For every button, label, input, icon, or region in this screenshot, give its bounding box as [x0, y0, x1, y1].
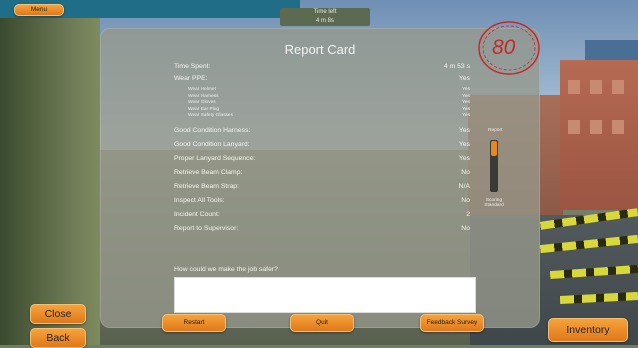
- brick-building: [560, 60, 638, 210]
- report-row-label: Retrieve Beam Clamp:: [174, 169, 243, 176]
- report-subrow-label: Wear Safety Glasses: [188, 113, 233, 118]
- report-row-label: Time Spent:: [174, 63, 211, 70]
- report-row-label: Proper Lanyard Sequence:: [174, 155, 256, 162]
- report-row-value: No: [461, 225, 470, 232]
- report-subrow-value: Yes: [462, 93, 470, 99]
- report-row-label: Good Condition Harness:: [174, 127, 251, 134]
- report-subrow-label: Wear Ear Plug: [188, 106, 220, 112]
- quit-button[interactable]: Quit: [290, 314, 354, 332]
- score-value: 80: [492, 36, 516, 59]
- menu-button[interactable]: Menu: [14, 4, 64, 16]
- report-subrow-value: Yes: [462, 113, 470, 118]
- report-subrow-value: Yes: [462, 100, 470, 105]
- time-left-label: Time left: [313, 9, 337, 15]
- report-row-label: Incident Count:: [174, 211, 220, 218]
- report-row-value: 4 m 53 s: [443, 63, 470, 70]
- time-left-value: 4 m 8s: [315, 18, 334, 24]
- wall: [0, 0, 100, 345]
- meter-bottom-label: Scoring Standard: [484, 198, 504, 208]
- report-subrow-value: Yes: [462, 106, 470, 112]
- feedback-question: How could we make the job safer?: [174, 266, 278, 273]
- report-row-value: No: [461, 169, 470, 176]
- back-button[interactable]: Back: [30, 328, 86, 348]
- report-subrow-label: Wear Gloves: [188, 100, 216, 105]
- inventory-button[interactable]: Inventory: [548, 318, 628, 342]
- report-subrow-value: Yes: [462, 87, 470, 92]
- report-row-value: 2: [466, 211, 470, 218]
- report-row-value: Yes: [458, 75, 470, 82]
- report-row-value: N/A: [458, 183, 470, 190]
- report-row-value: Yes: [458, 155, 470, 162]
- report-meter-fill: [491, 141, 497, 156]
- report-row-label: Wear PPE:: [174, 75, 208, 82]
- time-left-display: Time left 4 m 8s: [280, 8, 370, 26]
- close-button[interactable]: Close: [30, 304, 86, 324]
- score-stamp: 80: [474, 18, 544, 78]
- feedback-input[interactable]: [174, 277, 476, 313]
- report-row-label: Report to Supervisor:: [174, 225, 239, 232]
- report-row-label: Inspect All Tools:: [174, 197, 225, 204]
- restart-button[interactable]: Restart: [162, 314, 226, 332]
- report-subrow-label: Wear Harness: [188, 93, 219, 99]
- report-row-label: Good Condition Lanyard:: [174, 141, 250, 148]
- report-row-label: Retrieve Beam Strap:: [174, 183, 239, 190]
- report-row-value: Yes: [458, 127, 470, 134]
- report-subrow-label: Wear Helmet: [188, 87, 216, 92]
- report-meter: [490, 140, 498, 192]
- report-row-value: Yes: [458, 141, 470, 148]
- feedback-survey-button[interactable]: Feedback Survey: [420, 314, 484, 332]
- meter-top-label: Report: [488, 128, 503, 133]
- report-row-value: No: [461, 197, 470, 204]
